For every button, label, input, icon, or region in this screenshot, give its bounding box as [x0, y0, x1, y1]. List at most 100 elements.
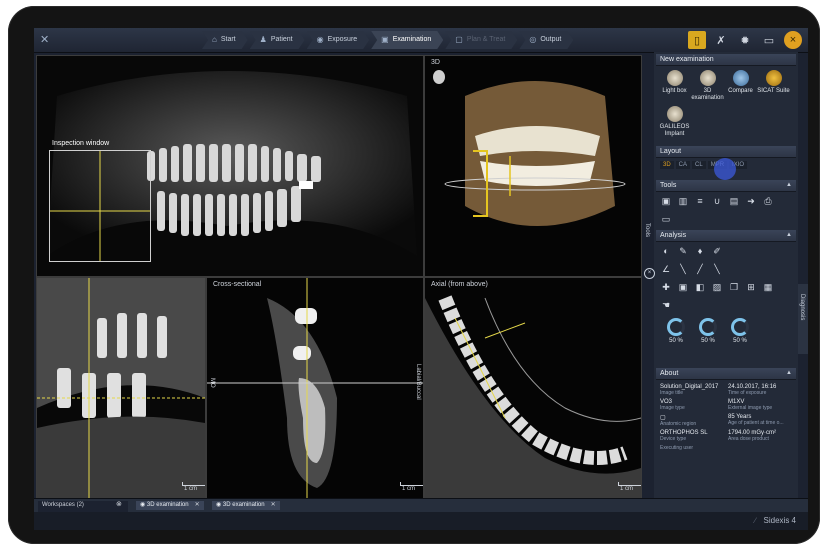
axial-viewport[interactable]: Axial (from above) 1 cm: [424, 277, 642, 499]
layers-tool-icon[interactable]: ≡: [694, 195, 706, 207]
workflow-bar: ✕ ⌂ Start ♟ Patient ◉ Exposure ▣ Examination…: [34, 28, 808, 53]
cross-sectional-viewport[interactable]: Cross-sectional MO Labial/Buccal 1 cm: [206, 277, 424, 499]
hand-tool-icon[interactable]: ☚: [660, 299, 672, 311]
flashlight-tool-icon[interactable]: ✎: [677, 245, 689, 257]
new-examination-grid: Light box 3D examination Compare SICAT S…: [656, 66, 796, 142]
inspection-window-title: Inspection window: [52, 140, 110, 147]
step-plan-treat: ▢ Plan & Treat: [445, 31, 517, 49]
volume-3d-label: 3D: [431, 59, 440, 66]
diagnosis-tab[interactable]: Diagnosis: [798, 284, 808, 354]
measure-tool-icon[interactable]: ╲: [711, 263, 723, 275]
new-examination-header[interactable]: New examination: [656, 54, 796, 66]
step-patient[interactable]: ♟ Patient: [250, 31, 305, 49]
annotate-tool-icon[interactable]: ✚: [660, 281, 672, 293]
monitor-icon: ▣: [381, 35, 389, 44]
about-details: Solution_Digital_2017 Image title 24.10.2…: [656, 380, 796, 458]
sagittal-image: [37, 278, 205, 498]
about-row: ▢ Anatomic region 85 Years Age of patient …: [660, 414, 784, 427]
light-box-icon: [666, 70, 683, 86]
output-icon: ◎: [529, 35, 537, 44]
compare-icon: [732, 70, 749, 86]
tools-icon[interactable]: ✗: [712, 31, 730, 49]
about-row: ORTHOPHOS SL Device type 1794.00 mGy·cm² A…: [660, 430, 777, 442]
copy-tool-icon[interactable]: ❐: [728, 281, 740, 293]
compare-button[interactable]: Compare: [724, 70, 757, 102]
layout-option-ca[interactable]: CA: [675, 161, 691, 169]
step-output[interactable]: ◎ Output: [519, 31, 573, 49]
magnet-tool-icon[interactable]: ∪: [711, 195, 723, 207]
about-row: VO3 Image type M1XV External image type: [660, 399, 773, 411]
filter-tool-icon[interactable]: ▦: [762, 281, 774, 293]
line-tool-icon[interactable]: ╲: [677, 263, 689, 275]
workspace-tab-2[interactable]: ◉ 3D examination ✕: [212, 501, 280, 510]
clipboard-tool-icon[interactable]: ▤: [728, 195, 740, 207]
layout-option-3d[interactable]: 3D: [660, 161, 674, 169]
gauge-gamma[interactable]: 50 %: [728, 318, 752, 344]
close-tab-icon[interactable]: ✕: [195, 502, 200, 508]
status-bar: ∕ Sidexis 4: [34, 512, 808, 530]
probe-tool-icon[interactable]: ♦: [694, 245, 706, 257]
step-exposure[interactable]: ◉ Exposure: [307, 31, 370, 49]
tooth-icon: ◉: [140, 502, 147, 508]
analysis-row-1: ◐ ✎ ♦ ✐: [656, 242, 796, 260]
tools-close-icon[interactable]: ×: [644, 268, 655, 279]
about-chevron-icon[interactable]: ▲: [786, 368, 792, 379]
stamp-tool-icon[interactable]: ◧: [694, 281, 706, 293]
close-icon[interactable]: ×: [784, 31, 802, 49]
workspaces-label[interactable]: Workspaces (2): [38, 501, 128, 512]
pointer-highlight: [714, 158, 736, 180]
tools-side-tab[interactable]: Tools: [644, 223, 650, 237]
collapse-chevron-icon[interactable]: ▲: [786, 180, 792, 191]
cross-sectional-scale: 1 cm: [399, 482, 423, 492]
select-tool-icon[interactable]: ▣: [660, 195, 672, 207]
panoramic-viewport[interactable]: Inspection window: [36, 55, 424, 277]
collapse-icon[interactable]: ✕: [40, 33, 49, 46]
layout-section: Layout 3D CA CL MPR IXIO: [656, 146, 796, 180]
sagittal-viewport[interactable]: 1 cm: [36, 277, 206, 499]
angle-tool-icon[interactable]: ∠: [660, 263, 672, 275]
axial-scale: 1 cm: [617, 482, 641, 492]
orientation-left-label: MO: [209, 378, 215, 388]
tooth-tool-icon[interactable]: ▨: [711, 281, 723, 293]
analysis-chevron-icon[interactable]: ▲: [786, 230, 792, 241]
inspection-window[interactable]: Inspection window: [49, 140, 151, 262]
note-tool-icon[interactable]: ▣: [677, 281, 689, 293]
tooth-icon: ◉: [316, 35, 324, 44]
close-tab-icon[interactable]: ✕: [271, 502, 276, 508]
gauge-contrast[interactable]: 50 %: [696, 318, 720, 344]
chart-tool-icon[interactable]: ▥: [677, 195, 689, 207]
layout-option-cl[interactable]: CL: [692, 161, 706, 169]
workspaces-close-icon[interactable]: ⊗: [116, 500, 122, 508]
tooth-icon: ◉: [216, 502, 223, 508]
print-tool-icon[interactable]: ⎙: [762, 195, 774, 207]
analysis-section: Analysis ▲ ◐ ✎ ♦ ✐ ∠ ╲ ╱ ╲ ✚ ▣ ◧ ▨ ❐ ⊞ ▦…: [656, 230, 796, 348]
galileos-implant-button[interactable]: GALILEOS Implant: [658, 106, 691, 138]
monitor-tool-icon[interactable]: ▭: [660, 213, 672, 225]
light-box-button[interactable]: Light box: [658, 70, 691, 102]
3d-examination-icon: [699, 70, 716, 86]
analysis-header[interactable]: Analysis ▲: [656, 230, 796, 242]
home-icon: ⌂: [212, 35, 217, 44]
tools-row: ▣ ▥ ≡ ∪ ▤ ➜ ⎙: [656, 192, 796, 210]
grid-tool-icon[interactable]: ⊞: [745, 281, 757, 293]
arrow-tool-icon[interactable]: ➜: [745, 195, 757, 207]
tools-header[interactable]: Tools ▲: [656, 180, 796, 192]
sicat-suite-button[interactable]: SICAT Suite: [757, 70, 790, 102]
step-examination[interactable]: ▣ Examination: [371, 31, 443, 49]
case-icon[interactable]: ▯: [688, 31, 706, 49]
workspace-tab-1[interactable]: ◉ 3D examination ✕: [136, 501, 204, 510]
tools-section: Tools ▲ ▣ ▥ ≡ ∪ ▤ ➜ ⎙ ▭: [656, 180, 796, 228]
ruler-tool-icon[interactable]: ╱: [694, 263, 706, 275]
layout-header[interactable]: Layout: [656, 146, 796, 158]
gear-icon[interactable]: ✹: [736, 31, 754, 49]
step-start[interactable]: ⌂ Start: [202, 31, 248, 49]
display-icon[interactable]: ▭: [760, 31, 778, 49]
head-orientation-icon[interactable]: [433, 70, 445, 84]
person-icon: ♟: [259, 35, 267, 44]
3d-examination-button[interactable]: 3D examination: [691, 70, 724, 102]
about-header[interactable]: About ▲: [656, 368, 796, 380]
gauge-brightness[interactable]: 50 %: [664, 318, 688, 344]
volume-3d-viewport[interactable]: 3D: [424, 55, 642, 277]
pen-tool-icon[interactable]: ✐: [711, 245, 723, 257]
contrast-tool-icon[interactable]: ◐: [660, 245, 672, 257]
